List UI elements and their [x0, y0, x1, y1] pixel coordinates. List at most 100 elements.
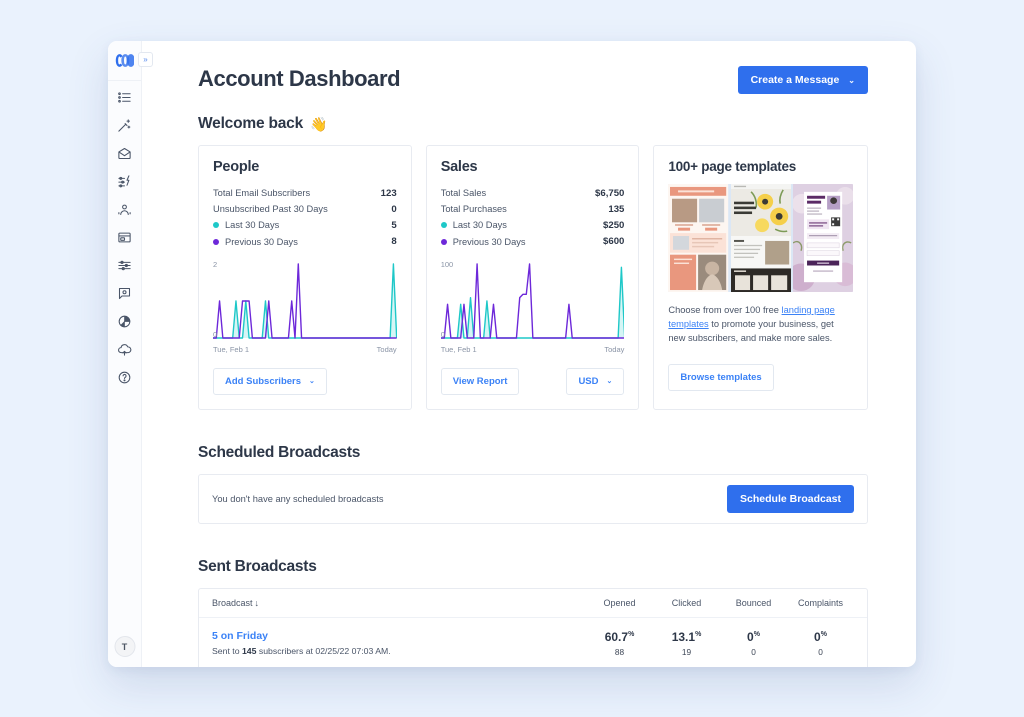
- convertkit-logo: [115, 54, 134, 67]
- summary-cards: People Total Email Subscribers 123 Unsub…: [198, 145, 868, 410]
- sort-arrow-icon: ↓: [254, 597, 260, 608]
- schedule-broadcast-button[interactable]: Schedule Broadcast: [727, 484, 854, 513]
- people-sparkline-chart: 2 0 Tue, Feb 1 Today: [213, 260, 397, 358]
- stat-row: Total Sales $6,750: [441, 185, 625, 201]
- stat-label: Unsubscribed Past 30 Days: [213, 204, 328, 215]
- peach-template-preview: [668, 184, 729, 292]
- stat-row: Unsubscribed Past 30 Days 0: [213, 201, 397, 217]
- sliders-bolt-icon: [118, 174, 130, 187]
- sent-prefix: Sent to: [212, 645, 242, 656]
- opened-count: 88: [614, 646, 625, 657]
- bounced-count: 0: [751, 646, 756, 657]
- complaints-pct: 0: [814, 629, 821, 644]
- x-axis-end-label: Today: [376, 344, 397, 354]
- sliders-icon: [118, 260, 131, 270]
- stat-row: Last 30 Days $250: [440, 217, 624, 233]
- metric-bounced: 0% 0: [720, 630, 787, 667]
- page-background: T » Account Dashboard Create a Message ⌄…: [0, 0, 1024, 717]
- page-title: Account Dashboard: [198, 66, 401, 91]
- add-subscribers-button[interactable]: Add Subscribers ⌄: [213, 367, 327, 395]
- stat-value: 123: [380, 187, 397, 199]
- legend-dot-teal: [213, 222, 219, 229]
- x-axis-start-label: Tue, Feb 1: [440, 344, 477, 354]
- x-axis-start-label: Tue, Feb 1: [213, 344, 249, 354]
- magic-wand-icon: [118, 118, 131, 132]
- image-icon: [118, 287, 131, 299]
- sidebar-item-media[interactable]: [108, 279, 142, 307]
- y-axis-max-label: 2: [213, 259, 218, 269]
- sidebar-item-automations[interactable]: [108, 111, 142, 139]
- sidebar-item-landing-pages[interactable]: [108, 223, 142, 251]
- people-chart-svg: [213, 260, 397, 346]
- sidebar-item-subscribers[interactable]: [108, 195, 142, 223]
- browse-templates-button[interactable]: Browse templates: [668, 364, 774, 392]
- sidebar-item-settings[interactable]: [108, 251, 142, 279]
- percent-sign: %: [628, 630, 635, 638]
- legend-dot-purple: [213, 238, 219, 245]
- stat-value: 0: [391, 203, 397, 215]
- main-content: Account Dashboard Create a Message ⌄ Wel…: [142, 41, 916, 667]
- legend-dot-teal: [440, 222, 447, 229]
- sent-broadcasts-panel: Broadcast ↓ Opened Clicked Bounced Compl…: [198, 587, 868, 667]
- y-axis-min-label: 0: [213, 329, 218, 339]
- stat-row: Previous 30 Days $600: [440, 234, 624, 250]
- sales-sparkline-chart: 100 0 Tue, Feb 1 Today: [440, 260, 625, 358]
- stat-row: Total Email Subscribers 123: [213, 185, 397, 201]
- percent-sign: %: [695, 630, 702, 638]
- stat-label: Total Email Subscribers: [213, 188, 311, 199]
- create-message-button[interactable]: Create a Message ⌄: [737, 66, 868, 94]
- stat-label: Last 30 Days: [225, 220, 280, 231]
- template-thumbnail-3[interactable]: [792, 184, 853, 292]
- legend-dot-purple: [440, 238, 447, 245]
- broadcast-name-link[interactable]: 5 on Friday: [212, 630, 586, 642]
- add-subscribers-label: Add Subscribers: [225, 375, 302, 387]
- stat-row: Previous 30 Days 8: [213, 234, 397, 250]
- people-card-footer: Add Subscribers ⌄: [213, 367, 397, 395]
- column-header-complaints: Complaints: [797, 597, 844, 608]
- chevron-down-icon: ⌄: [606, 378, 613, 386]
- view-report-button[interactable]: View Report: [440, 367, 520, 395]
- stat-value: 8: [391, 236, 397, 248]
- sidebar-item-sequences[interactable]: [108, 167, 142, 195]
- logo-container[interactable]: [108, 41, 141, 80]
- sales-chart-svg: [440, 260, 625, 346]
- templates-description: Choose from over 100 free landing page t…: [668, 303, 853, 345]
- scheduled-broadcasts-title: Scheduled Broadcasts: [198, 443, 361, 461]
- people-icon: [118, 204, 131, 215]
- templates-desc-before: Choose from over 100 free: [668, 305, 782, 315]
- sales-stats: Total Sales $6,750 Total Purchases 135 L…: [440, 185, 625, 250]
- wave-emoji: 👋: [310, 115, 328, 132]
- column-header-broadcast[interactable]: Broadcast ↓: [212, 598, 586, 608]
- stat-row: Last 30 Days 5: [213, 217, 397, 233]
- sidebar-item-integrations[interactable]: [108, 335, 142, 363]
- column-label-broadcast: Broadcast: [212, 597, 253, 608]
- template-thumbnail-1[interactable]: [668, 184, 729, 292]
- template-thumbnail-2[interactable]: [730, 184, 791, 292]
- sales-card: Sales Total Sales $6,750 Total Purchases…: [425, 145, 640, 410]
- app-window: T » Account Dashboard Create a Message ⌄…: [108, 41, 916, 667]
- sent-suffix: subscribers at 02/25/22 07:03 AM.: [256, 645, 391, 656]
- avatar[interactable]: T: [114, 636, 135, 657]
- welcome-text: Welcome back: [198, 115, 304, 132]
- sidebar-nav: [108, 81, 141, 391]
- sales-card-footer: View Report USD ⌄: [440, 367, 625, 395]
- x-axis-end-label: Today: [604, 344, 625, 354]
- sidebar-item-help[interactable]: [108, 363, 142, 391]
- stat-row: Total Purchases 135: [441, 201, 625, 217]
- sent-count: 145: [241, 645, 257, 656]
- scheduled-empty-text: You don't have any scheduled broadcasts: [212, 493, 384, 504]
- people-card-title: People: [213, 159, 260, 175]
- opened-pct: 60.7: [604, 629, 629, 644]
- column-header-bounced: Bounced: [735, 597, 772, 608]
- sidebar-item-list[interactable]: [108, 83, 142, 111]
- sidebar-collapse-button[interactable]: »: [138, 52, 153, 67]
- sidebar-item-reports[interactable]: [108, 307, 142, 335]
- stat-label: Previous 30 Days: [452, 236, 526, 247]
- currency-label: USD: [578, 375, 599, 387]
- sidebar-item-email[interactable]: [108, 139, 142, 167]
- stat-label: Total Sales: [440, 188, 487, 199]
- list-icon: [118, 91, 131, 103]
- currency-select[interactable]: USD ⌄: [566, 367, 625, 395]
- column-header-opened: Opened: [603, 597, 636, 608]
- scheduled-broadcasts-panel: You don't have any scheduled broadcasts …: [198, 473, 868, 524]
